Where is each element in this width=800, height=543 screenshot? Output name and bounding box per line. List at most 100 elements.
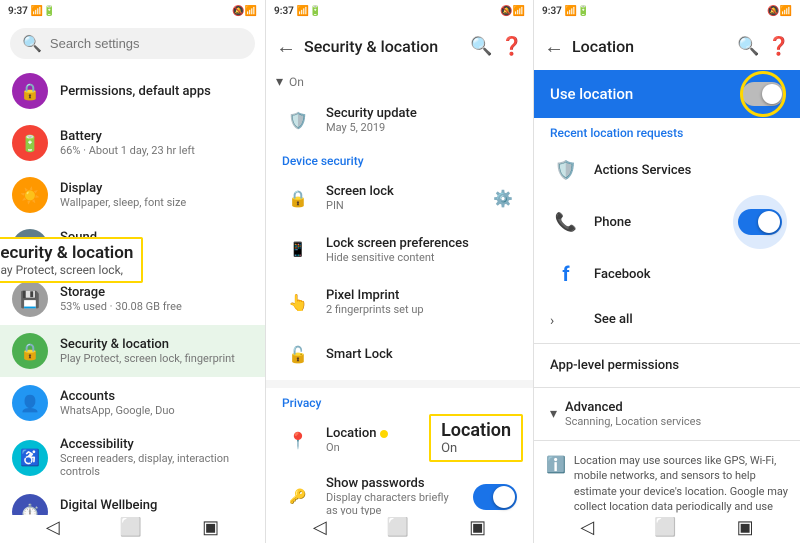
use-location-toggle[interactable]	[742, 82, 784, 106]
sound-text: Sound Volume, vibr... Security & locatio…	[60, 230, 128, 264]
security-top-bar: ← Security & location 🔍 ❓	[266, 22, 533, 70]
sec-item-update[interactable]: 🛡️ Security update May 5, 2019	[266, 94, 533, 146]
phone-text: Phone	[594, 215, 724, 230]
settings-item-permissions[interactable]: 🔒 Permissions, default apps	[0, 65, 265, 117]
loc-item-facebook[interactable]: f Facebook	[534, 248, 800, 300]
display-icon: ☀️	[12, 177, 48, 213]
settings-item-accessibility[interactable]: ♿ Accessibility Screen readers, display,…	[0, 429, 265, 486]
location-dot	[380, 430, 388, 438]
actions-icon: 🛡️	[550, 154, 582, 186]
actions-text: Actions Services	[594, 163, 784, 178]
wellbeing-text: Digital Wellbeing Screen time, app timer…	[60, 498, 235, 515]
security-content: ▾ On 🛡️ Security update May 5, 2019 Devi…	[266, 70, 533, 515]
battery-text: Battery 66% · About 1 day, 23 hr left	[60, 129, 195, 157]
passwords-icon: 🔑	[282, 481, 314, 513]
sec-item-lockpref[interactable]: 📱 Lock screen preferences Hide sensitive…	[266, 224, 533, 276]
settings-item-security[interactable]: 🔒 Security & location Play Protect, scre…	[0, 325, 265, 377]
imprint-icon: 👆	[282, 286, 314, 318]
loc-divider-1	[534, 343, 800, 344]
back-button-3[interactable]: ←	[544, 34, 564, 59]
loc-item-app-perms[interactable]: App-level permissions	[534, 348, 800, 383]
battery-icon: 🔋	[12, 125, 48, 161]
home-button-3[interactable]: ⬜	[654, 517, 676, 538]
back-button-2[interactable]: ←	[276, 34, 296, 59]
back-button-3b[interactable]: ◁	[580, 517, 594, 538]
sec-item-imprint[interactable]: 👆 Pixel Imprint 2 fingerprints set up	[266, 276, 533, 328]
loc-item-advanced[interactable]: ▾ Advanced Scanning, Location services	[534, 392, 800, 436]
see-all-text: See all	[594, 312, 784, 327]
panel-security-location: 9:37 📶🔋 🔕📶 ← Security & location 🔍 ❓ ▾ O…	[266, 0, 534, 543]
status-bar-3: 9:37 📶🔋 🔕📶	[534, 0, 800, 22]
recent-requests-header: Recent location requests	[534, 118, 800, 144]
see-all-chevron: ›	[550, 313, 554, 329]
screenlock-text: Screen lock PIN	[326, 184, 477, 212]
recents-button-3[interactable]: ▣	[737, 517, 754, 538]
search-icon: 🔍	[22, 34, 42, 53]
use-location-bar: Use location	[534, 70, 800, 118]
gear-icon-screenlock[interactable]: ⚙️	[489, 184, 517, 212]
facebook-icon: f	[550, 258, 582, 290]
use-location-toggle-wrapper[interactable]	[742, 82, 784, 106]
permissions-icon: 🔒	[12, 73, 48, 109]
location-icon: 📍	[282, 424, 314, 456]
search-bar[interactable]: 🔍	[10, 28, 255, 59]
app-perms-text: App-level permissions	[550, 358, 784, 373]
accounts-icon: 👤	[12, 385, 48, 421]
screenlock-icon: 🔒	[282, 182, 314, 214]
lockpref-icon: 📱	[282, 234, 314, 266]
location-title: Location	[572, 37, 729, 56]
accounts-text: Accounts WhatsApp, Google, Duo	[60, 389, 175, 417]
settings-item-sound[interactable]: 🔊 Sound Volume, vibr... Security & locat…	[0, 221, 265, 273]
settings-item-display[interactable]: ☀️ Display Wallpaper, sleep, font size	[0, 169, 265, 221]
search-icon-3[interactable]: 🔍	[737, 36, 759, 57]
status-bar-2: 9:37 📶🔋 🔕📶	[266, 0, 533, 22]
loc-divider-2	[534, 387, 800, 388]
location-item-wrapper: 📍 Location On Location On	[266, 414, 533, 466]
loc-item-see-all[interactable]: › See all	[534, 300, 800, 339]
panel-main-settings: 9:37 📶🔋 🔕📶 🔍 🔒 Permissions, default apps…	[0, 0, 266, 543]
back-button-2b[interactable]: ◁	[313, 517, 327, 538]
loc-divider-3	[534, 440, 800, 441]
passwords-text: Show passwords Display characters briefl…	[326, 476, 461, 515]
wellbeing-icon: ⏱️	[12, 494, 48, 515]
loc-info-text: Location may use sources like GPS, Wi-Fi…	[574, 453, 788, 515]
home-button-2[interactable]: ⬜	[387, 517, 409, 538]
settings-item-accounts[interactable]: 👤 Accounts WhatsApp, Google, Duo	[0, 377, 265, 429]
phone-toggle-thumb	[758, 211, 780, 233]
accessibility-icon: ♿	[12, 440, 48, 476]
recents-button-1[interactable]: ▣	[202, 517, 219, 538]
phone-icon: 📞	[550, 206, 582, 238]
help-icon[interactable]: ❓	[501, 36, 523, 57]
loc-item-actions[interactable]: 🛡️ Actions Services	[534, 144, 800, 196]
device-security-header: Device security	[266, 146, 533, 172]
facebook-text: Facebook	[594, 267, 784, 282]
sec-item-passwords[interactable]: 🔑 Show passwords Display characters brie…	[266, 466, 533, 515]
settings-item-wellbeing[interactable]: ⏱️ Digital Wellbeing Screen time, app ti…	[0, 486, 265, 515]
search-icon-2[interactable]: 🔍	[470, 36, 492, 57]
status-bar-1: 9:37 📶🔋 🔕📶	[0, 0, 265, 22]
display-text: Display Wallpaper, sleep, font size	[60, 181, 186, 209]
accessibility-text: Accessibility Screen readers, display, i…	[60, 437, 253, 478]
help-icon-3[interactable]: ❓	[768, 36, 790, 57]
sec-item-screenlock[interactable]: 🔒 Screen lock PIN ⚙️	[266, 172, 533, 224]
phone-toggle-wrapper[interactable]	[736, 206, 784, 238]
security-title: Security & location	[304, 37, 462, 56]
back-button-1[interactable]: ◁	[46, 517, 60, 538]
bottom-nav-3: ◁ ⬜ ▣	[534, 515, 800, 543]
update-icon: 🛡️	[282, 104, 314, 136]
privacy-divider	[266, 380, 533, 388]
sec-item-smartlock[interactable]: 🔓 Smart Lock	[266, 328, 533, 380]
search-input[interactable]	[50, 36, 243, 51]
phone-toggle-track[interactable]	[738, 209, 782, 235]
loc-advanced-text: Advanced Scanning, Location services	[565, 400, 784, 428]
use-location-text: Use location	[550, 85, 734, 103]
settings-item-battery[interactable]: 🔋 Battery 66% · About 1 day, 23 hr left	[0, 117, 265, 169]
recents-button-2[interactable]: ▣	[469, 517, 486, 538]
privacy-header: Privacy	[266, 388, 533, 414]
show-passwords-toggle[interactable]	[473, 484, 517, 510]
home-button-1[interactable]: ⬜	[120, 517, 142, 538]
smartlock-text: Smart Lock	[326, 347, 517, 362]
loc-item-phone[interactable]: 📞 Phone	[534, 196, 800, 248]
loc-advanced-chevron: ▾	[550, 406, 557, 422]
settings-list: 🔒 Permissions, default apps 🔋 Battery 66…	[0, 65, 265, 515]
